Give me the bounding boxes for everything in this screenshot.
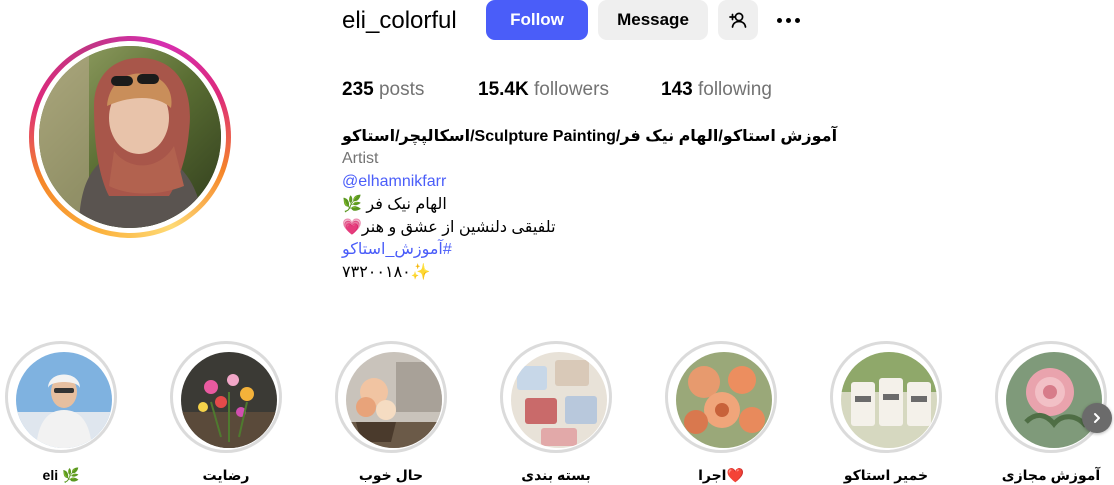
highlight-cover <box>181 352 277 448</box>
followers-count: 15.4K <box>478 79 529 100</box>
following-stat[interactable]: 143 following <box>661 79 772 101</box>
highlight-ring <box>170 341 282 453</box>
highlight-cover <box>1006 352 1102 448</box>
bio-hashtag-link[interactable]: #آموزش_استاکو <box>342 239 452 261</box>
message-button[interactable]: Message <box>598 0 708 40</box>
posts-count: 235 <box>342 79 374 100</box>
highlight-ring <box>335 341 447 453</box>
following-label: following <box>697 79 772 100</box>
highlight-cover <box>16 352 112 448</box>
highlight-label: آموزش مجازی <box>1001 467 1101 483</box>
add-user-button[interactable] <box>718 0 758 40</box>
following-count: 143 <box>661 79 693 100</box>
bio-number: ۷۳۲۰۰۱۸۰✨ <box>342 264 431 281</box>
more-dot <box>785 17 791 23</box>
highlight-ring <box>995 341 1107 453</box>
bio-full-name: اسکالپچر/استاکو/Sculpture Painting/آموزش… <box>342 128 838 145</box>
follow-button[interactable]: Follow <box>486 0 588 40</box>
avatar-gap <box>34 41 226 233</box>
posts-label: posts <box>378 79 425 100</box>
more-options-icon[interactable] <box>772 8 804 32</box>
highlight-ring <box>665 341 777 453</box>
highlight-label: حال خوب <box>358 467 424 483</box>
highlight-label: بسته بندی <box>521 467 591 483</box>
highlight-cover <box>676 352 772 448</box>
highlight-cover <box>511 352 607 448</box>
bio-line: الهام نیک فر 🌿 <box>342 196 447 213</box>
chevron-right-glyph <box>1094 413 1100 423</box>
add-user-icon <box>729 12 747 28</box>
chevron-right-icon[interactable] <box>1082 403 1112 433</box>
posts-stat: 235 posts <box>342 79 424 101</box>
highlight-label: اجرا❤️ <box>698 467 744 483</box>
more-dot <box>776 17 782 23</box>
highlight-label: رضایت <box>202 467 250 483</box>
bio-line: تلفیقی دلنشین از عشق و هنر💗 <box>342 219 556 236</box>
highlight-cover <box>841 352 937 448</box>
highlight-label: خمیر استاکو <box>843 467 929 483</box>
profile-avatar-ring[interactable] <box>29 36 231 238</box>
avatar-photo <box>39 46 221 228</box>
highlight-label: eli 🌿 <box>42 467 80 483</box>
highlight-ring <box>500 341 612 453</box>
bio-category: Artist <box>342 150 379 167</box>
highlight-ring <box>830 341 942 453</box>
highlight-ring <box>5 341 117 453</box>
profile-avatar[interactable] <box>39 46 221 228</box>
bio-handle-link[interactable]: @elhamnikfarr <box>342 171 446 193</box>
highlight-cover <box>346 352 442 448</box>
profile-username: eli_colorful <box>342 7 457 34</box>
more-dot <box>794 17 800 23</box>
followers-label: followers <box>533 79 609 100</box>
followers-stat[interactable]: 15.4K followers <box>478 79 609 101</box>
